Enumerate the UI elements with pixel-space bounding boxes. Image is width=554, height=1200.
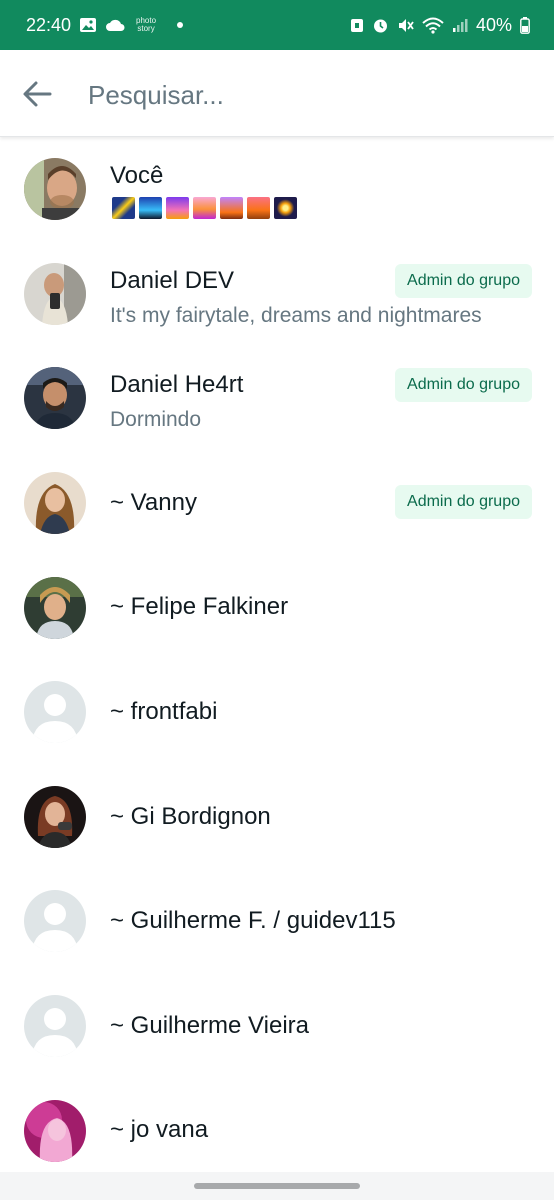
member-about: Dormindo	[110, 408, 202, 432]
list-item[interactable]: ~ Guilherme F. / guidev115	[0, 869, 554, 974]
clock: 22:40	[26, 14, 72, 35]
avatar	[24, 1099, 86, 1162]
member-name: ~ Vanny	[110, 488, 197, 516]
member-name: Daniel He4rt	[110, 371, 244, 399]
member-about: It's my fairytale, dreams and nightmares	[110, 303, 482, 327]
city-sunset-icon	[247, 197, 270, 219]
list-item[interactable]: ~ jo vana	[0, 1078, 554, 1183]
avatar	[24, 472, 86, 535]
navigation-bar	[0, 1172, 554, 1200]
member-name: ~ frontfabi	[110, 697, 218, 725]
wifi-icon	[422, 17, 444, 34]
battery-percent: 40%	[475, 14, 512, 35]
admin-badge: Admin do grupo	[395, 263, 532, 298]
member-name: ~ Guilherme Vieira	[110, 1011, 309, 1039]
search-input[interactable]	[86, 74, 530, 116]
avatar	[24, 262, 86, 325]
default-avatar-icon	[24, 681, 86, 744]
battery-icon	[520, 16, 530, 34]
member-name: Daniel DEV	[110, 266, 235, 294]
shooting-star-icon	[112, 197, 135, 219]
list-item[interactable]: Daniel He4rt Dormindo Admin do grupo	[0, 346, 554, 451]
search-header	[0, 50, 554, 137]
list-item[interactable]: Você	[0, 137, 554, 242]
home-indicator[interactable]	[194, 1183, 360, 1189]
back-button[interactable]	[22, 80, 52, 108]
status-bar: 22:40 photo story 40%	[0, 0, 554, 50]
sunset-icon	[166, 197, 189, 219]
fireworks-icon	[274, 197, 297, 219]
admin-badge: Admin do grupo	[395, 484, 532, 519]
cloud-icon	[105, 18, 125, 32]
signal-icon	[452, 17, 468, 33]
avatar	[24, 785, 86, 848]
sunrise-icon	[193, 197, 216, 219]
gallery-icon	[79, 17, 97, 33]
list-item[interactable]: ~ Vanny Admin do grupo	[0, 451, 554, 556]
member-name: ~ Guilherme F. / guidev115	[110, 907, 396, 935]
member-list: Você Daniel DEV It's my fairytale, dream…	[0, 137, 554, 1183]
default-avatar-icon	[24, 890, 86, 953]
notification-dot-icon	[177, 22, 184, 28]
emoji-status	[112, 197, 297, 219]
list-item[interactable]: Daniel DEV It's my fairytale, dreams and…	[0, 242, 554, 347]
member-name: ~ Gi Bordignon	[110, 802, 271, 830]
admin-badge: Admin do grupo	[395, 368, 532, 403]
list-item[interactable]: ~ Guilherme Vieira	[0, 974, 554, 1079]
list-item[interactable]: ~ frontfabi	[0, 660, 554, 765]
arrow-left-icon	[23, 81, 52, 107]
avatar	[24, 158, 86, 221]
status-right: 40%	[350, 15, 530, 36]
bluetooth-lock-icon	[350, 17, 364, 33]
list-item[interactable]: ~ Gi Bordignon	[0, 765, 554, 870]
alarm-icon	[372, 17, 389, 34]
night-city-icon	[139, 197, 162, 219]
member-name: ~ Felipe Falkiner	[110, 593, 289, 621]
avatar	[24, 367, 86, 430]
photo-story-label: photo story	[136, 16, 157, 33]
member-name: ~ jo vana	[110, 1116, 209, 1144]
avatar	[24, 576, 86, 639]
status-left: 22:40 photo story	[26, 14, 184, 36]
list-item[interactable]: ~ Felipe Falkiner	[0, 555, 554, 660]
mute-icon	[397, 17, 414, 34]
cityscape-dusk-icon	[220, 197, 243, 219]
member-name: Você	[110, 162, 164, 189]
default-avatar-icon	[24, 995, 86, 1058]
